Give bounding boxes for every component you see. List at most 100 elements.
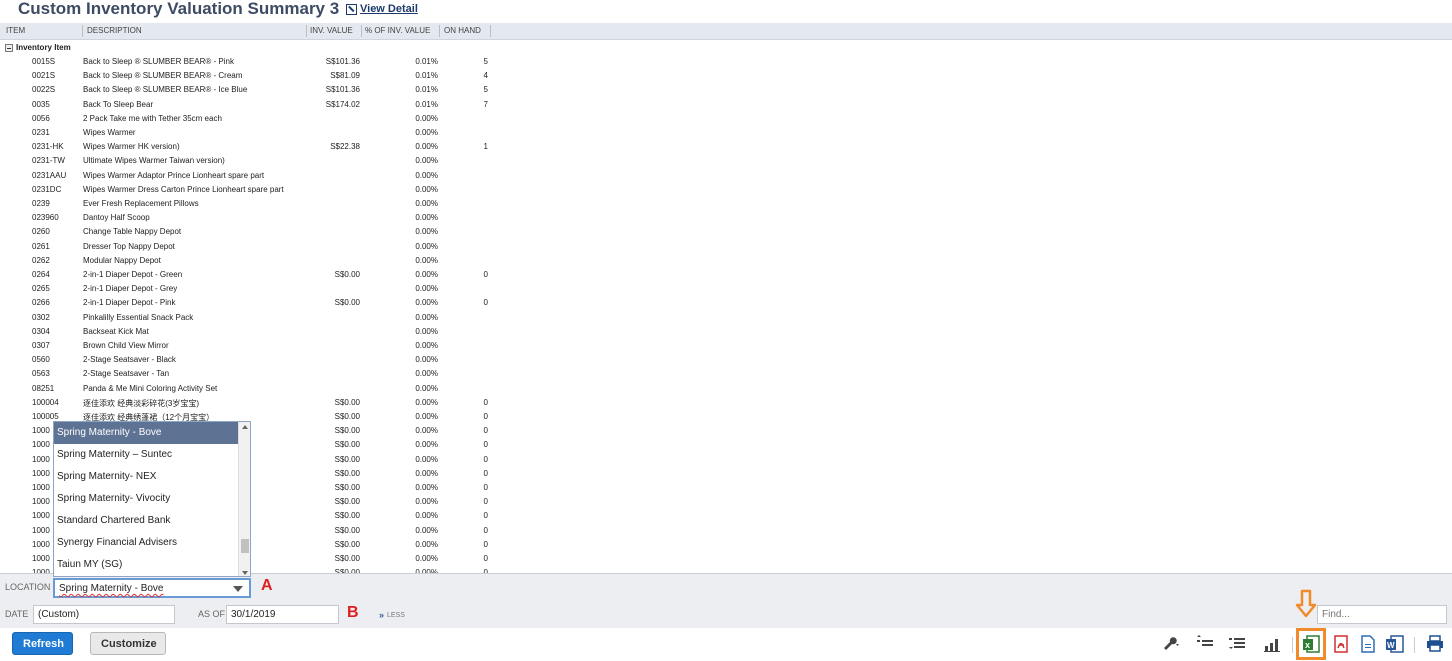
table-row[interactable]: 100004 逐佳添欢 经典淡彩碎花(3岁宝宝) S$0.00 0.00% 0	[0, 396, 520, 410]
column-header-row: ITEM DESCRIPTION INV. VALUE % OF INV. VA…	[0, 23, 1452, 40]
dropdown-option[interactable]: Spring Maternity - Bove	[54, 422, 238, 444]
table-row[interactable]: 0231AAU Wipes Warmer Adaptor Prince Lionh…	[0, 169, 520, 183]
find-input[interactable]	[1317, 605, 1447, 624]
table-row[interactable]: 08251 Panda & Me Mini Coloring Activity S…	[0, 382, 520, 396]
on-hand-cell: 5	[483, 85, 488, 95]
description-cell: Backseat Kick Mat	[83, 326, 149, 336]
collapse-all-icon[interactable]	[1194, 634, 1216, 654]
pdf-export-icon[interactable]	[1330, 634, 1352, 654]
on-hand-cell: 0	[483, 397, 488, 407]
csv-export-icon[interactable]	[1357, 634, 1379, 654]
description-cell: Wipes Warmer Dress Carton Prince Lionhea…	[83, 184, 284, 194]
col-item[interactable]: ITEM	[6, 26, 25, 35]
chevron-down-icon[interactable]	[233, 586, 243, 592]
print-icon[interactable]	[1424, 634, 1446, 654]
word-export-icon[interactable]: W	[1384, 634, 1406, 654]
table-row[interactable]: 0264 2-in-1 Diaper Depot - Green S$0.00 0.0…	[0, 268, 520, 282]
table-row[interactable]: 0265 2-in-1 Diaper Depot - Grey 0.00%	[0, 282, 520, 296]
scroll-down-icon[interactable]	[242, 571, 248, 575]
location-select[interactable]: Spring Maternity - Bove	[53, 578, 251, 598]
item-cell: 0304	[32, 326, 50, 336]
table-row[interactable]: 0021S Back to Sleep ® SLUMBER BEAR® - Cre…	[0, 69, 520, 83]
table-row[interactable]: 0260 Change Table Nappy Depot 0.00%	[0, 225, 520, 239]
col-description[interactable]: DESCRIPTION	[87, 26, 142, 35]
collapse-group-icon[interactable]	[5, 43, 13, 52]
expand-arrow-icon	[346, 3, 357, 15]
pct-cell: 0.00%	[415, 426, 438, 436]
inv-value-cell: S$0.00	[334, 554, 360, 563]
dropdown-option[interactable]: Standard Chartered Bank	[54, 510, 238, 532]
table-row[interactable]: 0560 2-Stage Seatsaver - Black 0.00%	[0, 353, 520, 367]
item-cell: 0307	[32, 341, 50, 350]
dropdown-option[interactable]: Taiun MY (SG)	[54, 554, 238, 576]
table-row[interactable]: 0239 Ever Fresh Replacement Pillows 0.00%	[0, 197, 520, 211]
svg-text:W: W	[1387, 641, 1395, 650]
chart-icon[interactable]	[1262, 634, 1284, 654]
item-cell: 1000	[32, 426, 50, 436]
table-row[interactable]: 0231 Wipes Warmer 0.00%	[0, 126, 520, 140]
page-title: Custom Inventory Valuation Summary 3	[18, 0, 340, 18]
table-row[interactable]: 0022S Back to Sleep ® SLUMBER BEAR® - Ice…	[0, 83, 520, 97]
date-field[interactable]	[33, 605, 175, 624]
table-row[interactable]: 0261 Dresser Top Nappy Depot 0.00%	[0, 240, 520, 254]
customize-button[interactable]: Customize	[90, 632, 166, 655]
col-pct-inv-value[interactable]: % OF INV. VALUE	[365, 26, 430, 35]
pct-cell: 0.00%	[415, 454, 438, 464]
item-cell: 0560	[32, 355, 50, 365]
table-row[interactable]: 0231-HK Wipes Warmer HK version) S$22.38 0.…	[0, 140, 520, 154]
table-row[interactable]: 0056 2 Pack Take me with Tether 35cm each…	[0, 112, 520, 126]
double-chevron-down-icon: »	[379, 610, 385, 620]
inv-value-cell: S$0.00	[334, 270, 360, 279]
column-divider	[306, 25, 307, 37]
description-cell: Brown Child View Mirror	[83, 341, 169, 350]
on-hand-cell: 0	[483, 539, 488, 549]
wrench-icon[interactable]	[1160, 634, 1182, 654]
item-cell: 0022S	[32, 85, 56, 95]
dropdown-scrollbar[interactable]	[238, 422, 250, 576]
scroll-thumb[interactable]	[241, 539, 249, 553]
pct-cell: 0.00%	[415, 497, 438, 507]
view-detail-link[interactable]: View Detail	[346, 3, 418, 15]
pct-cell: 0.00%	[415, 511, 438, 521]
description-cell: Wipes Warmer	[83, 128, 136, 137]
inv-value-cell: S$0.00	[334, 511, 360, 521]
table-row[interactable]: 0231DC Wipes Warmer Dress Carton Prince L…	[0, 183, 520, 197]
on-hand-cell: 0	[483, 497, 488, 507]
table-row[interactable]: 0302 Pinkalilly Essential Snack Pack 0.00%	[0, 311, 520, 325]
group-header: Inventory Item	[5, 43, 71, 52]
refresh-button[interactable]: Refresh	[12, 632, 73, 655]
table-row[interactable]: 0231-TW Ultimate Wipes Warmer Taiwan vers…	[0, 154, 520, 168]
location-dropdown-list[interactable]: Taiun MY (SG) Synergy Financial Advisers S…	[53, 421, 251, 577]
table-row[interactable]: 0307 Brown Child View Mirror 0.00%	[0, 339, 520, 353]
description-cell: Wipes Warmer Adaptor Prince Lionheart sp…	[83, 170, 265, 180]
table-row[interactable]: 0015S Back to Sleep ® SLUMBER BEAR® - Pin…	[0, 55, 520, 69]
dropdown-option[interactable]: Spring Maternity- NEX	[54, 466, 238, 488]
col-on-hand[interactable]: ON HAND	[444, 26, 481, 35]
table-row[interactable]: 0304 Backseat Kick Mat 0.00%	[0, 325, 520, 339]
less-toggle[interactable]: » LESS	[379, 610, 405, 620]
table-row[interactable]: 023960 Dantoy Half Scoop 0.00%	[0, 211, 520, 225]
item-cell: 100005	[32, 412, 59, 421]
dropdown-option[interactable]: Synergy Financial Advisers	[54, 532, 238, 554]
table-row[interactable]: 0563 2-Stage Seatsaver - Tan 0.00%	[0, 367, 520, 381]
table-row[interactable]: 0035 Back To Sleep Bear S$174.02 0.01% 7	[0, 98, 520, 112]
group-label: Inventory Item	[16, 43, 71, 52]
item-cell: 08251	[32, 383, 55, 393]
table-row[interactable]: 0262 Modular Nappy Depot 0.00%	[0, 254, 520, 268]
pct-cell: 0.00%	[415, 156, 438, 166]
table-row[interactable]: 0266 2-in-1 Diaper Depot - Pink S$0.00 0.00…	[0, 296, 520, 310]
dropdown-option[interactable]: Spring Maternity – Suntec	[54, 444, 238, 466]
description-cell: Wipes Warmer HK version)	[83, 142, 180, 152]
pct-cell: 0.00%	[415, 341, 438, 350]
item-cell: 0266	[32, 298, 50, 308]
on-hand-cell: 0	[483, 440, 488, 450]
col-inv-value[interactable]: INV. VALUE	[310, 26, 353, 35]
dropdown-option[interactable]: Spring Maternity- Vivocity	[54, 488, 238, 510]
pct-cell: 0.00%	[415, 383, 438, 393]
scroll-up-icon[interactable]	[242, 425, 248, 429]
item-cell: 0231DC	[32, 184, 62, 194]
as-of-field[interactable]	[226, 605, 339, 624]
expand-all-icon[interactable]	[1226, 634, 1248, 654]
description-cell: 2-Stage Seatsaver - Tan	[83, 369, 170, 379]
item-cell: 1000	[32, 468, 50, 478]
